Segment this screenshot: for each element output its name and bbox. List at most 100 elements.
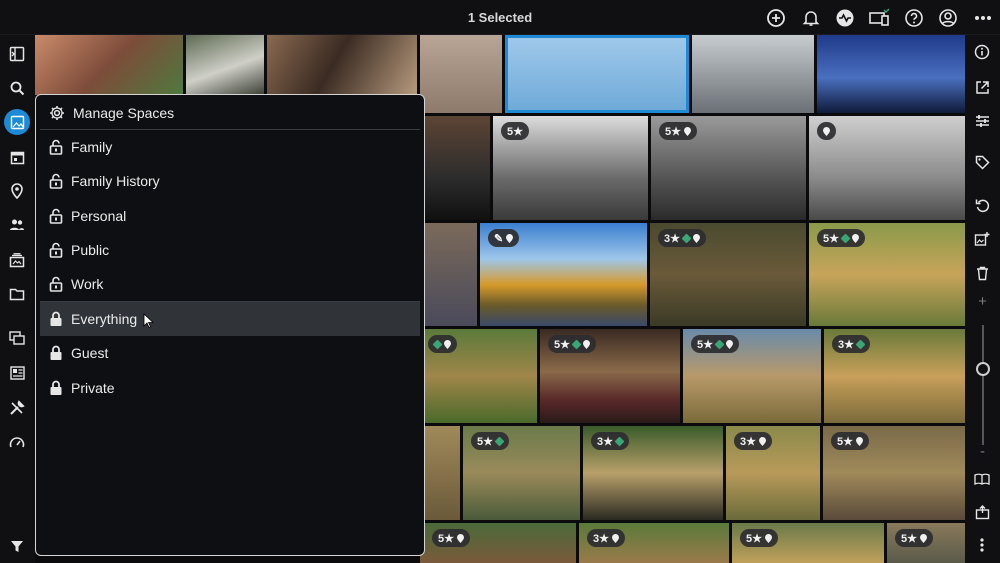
photo-tile[interactable] [420,35,502,113]
photo-tile[interactable]: 3★ [650,223,806,326]
gauge-icon[interactable] [4,429,30,455]
space-item-private[interactable]: Private [40,371,420,405]
mouse-cursor-icon [143,313,155,329]
help-icon[interactable] [903,7,925,29]
photos-icon[interactable] [4,109,30,135]
location-icon[interactable] [4,178,30,204]
bell-icon[interactable] [800,7,822,29]
photo-tile-selected[interactable] [505,35,689,113]
photo-tile[interactable]: 5★ [540,329,680,423]
badge-b8: 5★ [548,335,596,353]
external-link-icon[interactable] [970,75,994,99]
top-bar: 1 Selected [0,0,1000,35]
photo-tile[interactable]: ✎ [480,223,647,326]
photo-tile[interactable]: 5★ [732,523,884,563]
photo-tile[interactable] [420,223,477,326]
book-icon[interactable] [970,467,994,491]
photo-tile[interactable]: 5★ [420,523,576,563]
sidebar-toggle-icon[interactable] [4,41,30,67]
photo-tile[interactable]: 3★ [824,329,965,423]
space-item-everything[interactable]: Everything [40,302,420,336]
photo-tile[interactable]: 3★ [583,426,723,520]
albums-icon[interactable] [4,247,30,273]
badge-b3 [817,122,836,140]
add-image-icon[interactable] [970,227,994,251]
photo-tile[interactable] [817,35,965,113]
lock-icon [50,311,62,326]
stack-icon[interactable] [4,325,30,351]
tools-icon[interactable] [4,395,30,421]
unlock-icon [49,208,63,224]
space-item-personal[interactable]: Personal [40,199,420,233]
space-label: Guest [71,345,109,361]
space-item-guest[interactable]: Guest [40,336,420,370]
photo-tile[interactable] [35,35,183,95]
badge-b7 [428,335,457,353]
photo-tile[interactable]: 5★ [493,116,648,220]
photo-tile[interactable] [420,116,490,220]
badge-b5: 3★ [658,229,706,247]
space-item-family[interactable]: Family [40,130,420,164]
space-item-public[interactable]: Public [40,233,420,267]
tag-icon[interactable] [970,150,994,174]
unlock-icon [49,173,63,189]
space-label: Family [71,139,113,155]
space-item-work[interactable]: Work [40,267,420,301]
people-icon[interactable] [4,212,30,238]
zoom-slider-handle[interactable] [976,362,990,376]
rotate-icon[interactable] [970,193,994,217]
gear-icon [50,106,64,120]
search-icon[interactable] [4,75,30,101]
account-icon[interactable] [937,7,959,29]
badge-b14: 5★ [831,432,869,450]
unlock-icon [49,242,63,258]
devices-icon[interactable] [868,7,890,29]
zoom-out-icon[interactable]: - [965,443,1000,460]
photo-tile[interactable] [420,426,460,520]
photo-tile[interactable] [809,116,965,220]
space-label: Public [71,242,110,258]
activity-icon[interactable] [834,7,856,29]
adjust-icon[interactable] [970,109,994,133]
photo-tile[interactable]: 5★ [651,116,806,220]
photo-tile[interactable]: 5★ [823,426,965,520]
unlock-icon [49,276,63,292]
photo-tile[interactable] [420,329,537,423]
folder-icon[interactable] [4,281,30,307]
manage-spaces-label: Manage Spaces [73,105,175,121]
badge-b15: 5★ [432,529,470,547]
badge-b4: ✎ [488,229,520,247]
photo-tile[interactable]: 5★ [887,523,965,563]
export-icon[interactable] [970,500,994,524]
badge-b12: 3★ [591,432,629,450]
photo-tile[interactable]: 5★ [809,223,965,326]
info-icon[interactable] [970,40,994,64]
dashboard-icon[interactable] [4,360,30,386]
photo-tile[interactable]: 5★ [463,426,580,520]
lock-icon [50,380,62,395]
trash-icon[interactable] [970,261,994,285]
photo-tile[interactable]: 3★ [726,426,820,520]
more-horizontal-icon[interactable] [972,7,994,29]
lock-icon [50,345,62,360]
photo-tile[interactable] [186,35,264,95]
filter-icon[interactable] [4,533,30,559]
badge-b17: 5★ [740,529,778,547]
left-nav [0,35,35,563]
space-label: Work [71,276,104,292]
add-circle-icon[interactable] [765,7,787,29]
zoom-slider[interactable] [982,325,984,445]
photo-tile[interactable]: 5★ [683,329,821,423]
space-label: Private [71,380,115,396]
calendar-icon[interactable] [4,144,30,170]
unlock-icon [49,139,63,155]
badge-b9: 5★ [691,335,739,353]
manage-spaces-item[interactable]: Manage Spaces [40,96,420,130]
badge-b10: 3★ [832,335,870,353]
photo-tile[interactable] [692,35,814,113]
zoom-in-icon[interactable]: + [965,293,1000,310]
photo-tile[interactable]: 3★ [579,523,729,563]
more-vertical-icon[interactable] [970,533,994,557]
photo-tile[interactable] [267,35,417,95]
space-item-family-history[interactable]: Family History [40,164,420,198]
